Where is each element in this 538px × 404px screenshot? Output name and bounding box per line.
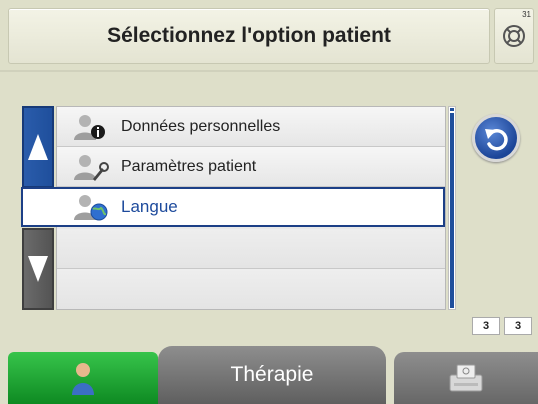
scrollbar-thumb[interactable]	[450, 113, 454, 305]
list-item-label: Paramètres patient	[121, 157, 257, 175]
scrollbar-top-mark	[450, 108, 454, 111]
list-item-label: Langue	[121, 197, 178, 216]
page-total: 3	[504, 317, 532, 335]
arrow-up-icon	[28, 134, 48, 160]
page-header: Sélectionnez l'option patient	[8, 8, 490, 64]
help-button[interactable]: 31	[494, 8, 534, 64]
patient-option-list: Données personnelles Paramètres patient …	[21, 106, 446, 310]
lifebuoy-icon	[503, 25, 525, 47]
person-info-icon	[71, 113, 111, 141]
tab-therapie[interactable]: Thérapie	[158, 346, 386, 404]
list-item-label: Données personnelles	[121, 117, 281, 135]
scroll-down-button[interactable]	[22, 228, 54, 310]
list-item-empty	[57, 229, 445, 269]
list-item-donnees-personnelles[interactable]: Données personnelles	[57, 107, 445, 147]
person-settings-icon	[71, 153, 111, 181]
scrollbar-bottom-mark	[450, 305, 454, 308]
tab-device[interactable]	[394, 352, 538, 404]
arrow-down-icon	[28, 256, 48, 282]
list-item-empty	[57, 269, 445, 309]
undo-arrow-icon	[485, 129, 508, 151]
page-current: 3	[472, 317, 500, 335]
tab-therapie-label: Thérapie	[230, 363, 314, 386]
back-button[interactable]	[472, 114, 520, 162]
list-item-parametres-patient[interactable]: Paramètres patient	[57, 147, 445, 187]
device-icon	[449, 364, 483, 392]
page-title: Sélectionnez l'option patient	[107, 24, 391, 47]
person-icon	[72, 363, 94, 395]
tab-patient[interactable]	[8, 352, 158, 404]
person-globe-icon	[71, 193, 111, 221]
header-divider	[0, 70, 538, 72]
scroll-up-button[interactable]	[22, 106, 54, 188]
list-item-langue[interactable]: Langue	[21, 187, 445, 227]
corner-number: 31	[522, 10, 531, 19]
list-scrollbar[interactable]	[448, 106, 456, 310]
